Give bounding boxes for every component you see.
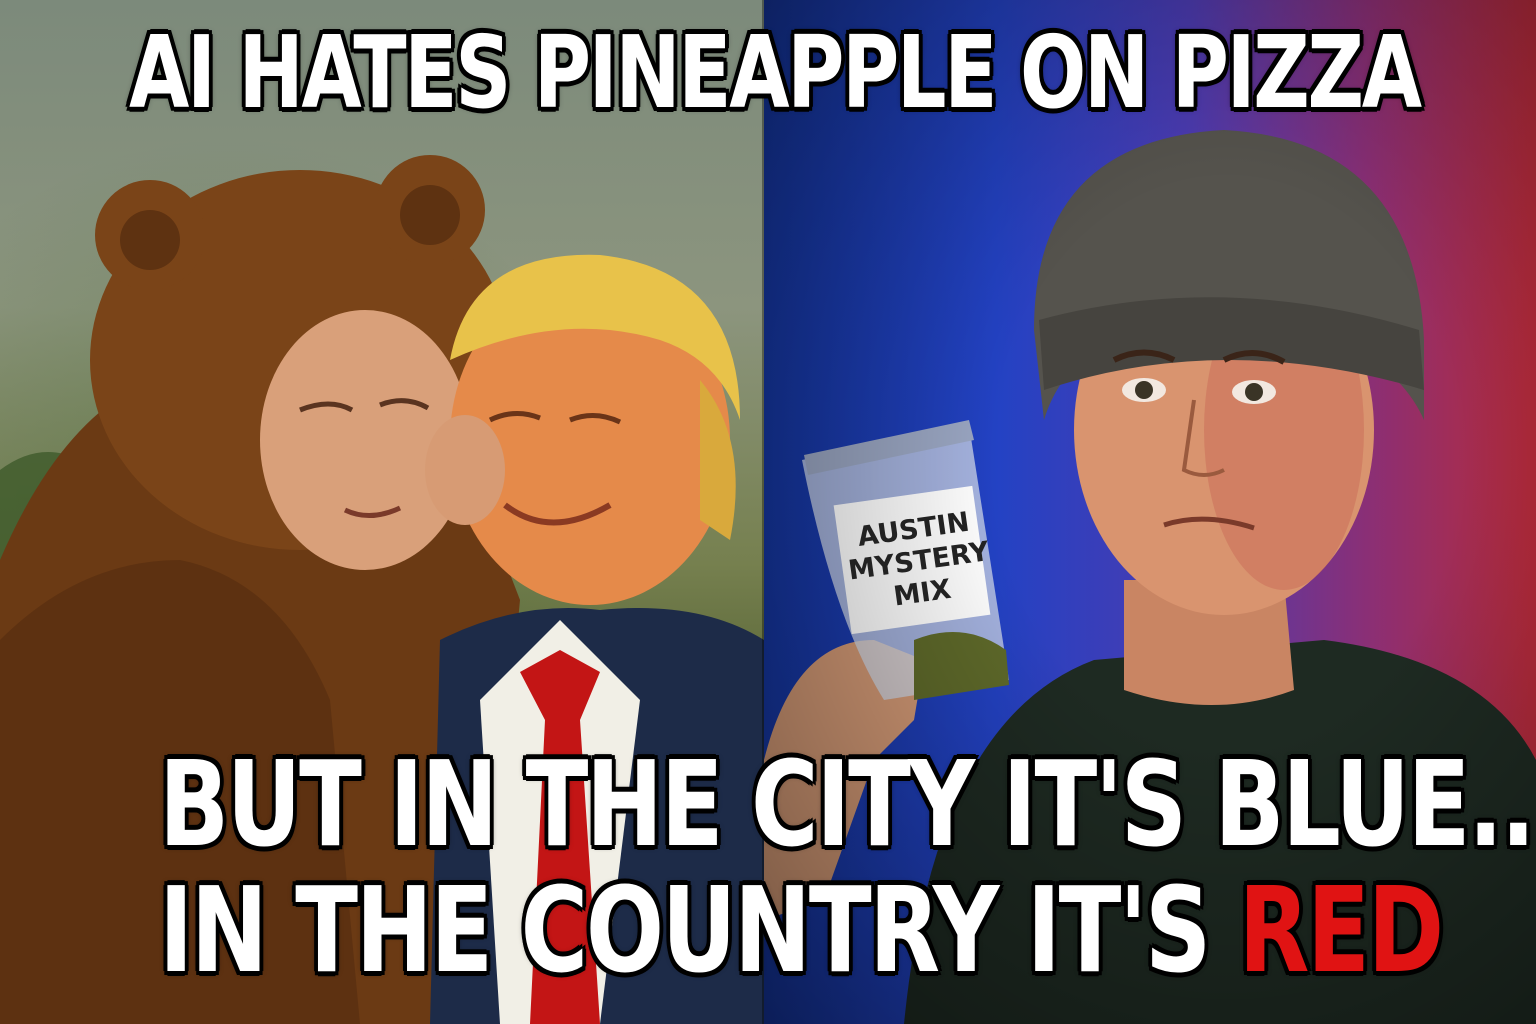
bottom-caption: IN THE COUNTRY IT'S RED <box>159 866 1444 994</box>
top-caption: AI HATES PINEAPPLE ON PIZZA <box>128 14 1422 131</box>
bottom-caption-prefix: IN THE COUNTRY IT'S <box>158 861 1239 999</box>
bag-label: AUSTIN MYSTERY MIX <box>842 505 994 620</box>
meme-image: AUSTIN MYSTERY MIX AI HATES PINEAPPLE ON… <box>0 0 1536 1024</box>
bottom-caption-highlight: RED <box>1238 861 1444 999</box>
middle-caption: BUT IN THE CITY IT'S BLUE... <box>158 735 1536 873</box>
